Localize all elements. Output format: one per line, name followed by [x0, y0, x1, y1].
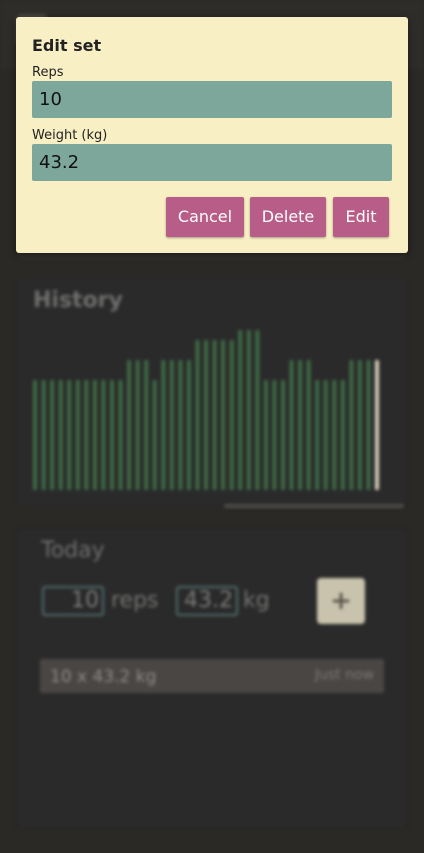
history-bar: [127, 360, 132, 490]
weight-input[interactable]: 43.2: [176, 586, 238, 616]
history-bar: [332, 380, 337, 490]
edit-button[interactable]: Edit: [333, 197, 389, 237]
history-bar: [366, 360, 371, 490]
history-bar: [118, 380, 123, 490]
set-timestamp: Just now: [314, 667, 374, 683]
history-bar: [195, 340, 200, 490]
history-scrollbar[interactable]: [224, 504, 404, 508]
history-bar: [178, 360, 183, 490]
history-bar: [67, 380, 72, 490]
history-chart: [33, 330, 379, 490]
weight-field[interactable]: 43.2: [32, 144, 392, 181]
set-list-item[interactable]: 10 x 43.2 kg Just now: [40, 659, 384, 693]
history-bar: [340, 380, 345, 490]
reps-field[interactable]: 10: [32, 81, 392, 118]
reps-input[interactable]: 10: [42, 586, 104, 616]
history-bar: [263, 380, 268, 490]
history-bar: [186, 360, 191, 490]
history-bar: [169, 360, 174, 490]
history-bar: [229, 340, 234, 490]
weight-unit-label: kg: [243, 588, 270, 613]
history-bar: [41, 380, 46, 490]
history-bar: [84, 380, 89, 490]
history-bar: [110, 380, 114, 490]
history-bar: [246, 330, 251, 490]
history-bar: [315, 380, 320, 490]
edit-set-dialog: Edit set Reps 10 Weight (kg) 43.2 Cancel…: [16, 17, 408, 253]
history-bar: [50, 380, 55, 490]
history-bar: [375, 360, 379, 490]
cancel-button[interactable]: Cancel: [166, 197, 244, 237]
history-bar: [221, 340, 226, 490]
history-bar: [349, 360, 354, 490]
history-bar: [272, 380, 277, 490]
reps-unit-label: reps: [111, 588, 159, 613]
history-bar: [33, 380, 37, 490]
history-bar: [306, 360, 311, 490]
reps-label: Reps: [32, 65, 64, 80]
history-bar: [92, 380, 97, 490]
history-bar: [161, 360, 166, 490]
today-panel: Today 10 reps 43.2 kg + 10 x 43.2 kg Jus…: [17, 528, 407, 828]
history-bar: [255, 330, 260, 490]
delete-button[interactable]: Delete: [250, 197, 326, 237]
history-bar: [238, 330, 243, 490]
history-bar: [212, 340, 217, 490]
add-set-button[interactable]: +: [317, 578, 365, 624]
dialog-title: Edit set: [32, 36, 102, 55]
history-bar: [144, 360, 149, 490]
history-bar: [357, 360, 362, 490]
history-bar: [281, 380, 285, 490]
weight-label: Weight (kg): [32, 128, 108, 143]
history-bar: [152, 380, 157, 490]
history-bar: [75, 380, 80, 490]
history-bar: [135, 360, 140, 490]
history-bar: [289, 360, 294, 490]
history-bar: [298, 360, 303, 490]
set-summary: 10 x 43.2 kg: [50, 667, 157, 687]
history-bar: [101, 380, 106, 490]
today-title: Today: [41, 538, 105, 563]
history-bar: [323, 380, 328, 490]
history-bar: [58, 380, 63, 490]
history-panel: History: [17, 278, 407, 508]
history-bar: [204, 340, 208, 490]
